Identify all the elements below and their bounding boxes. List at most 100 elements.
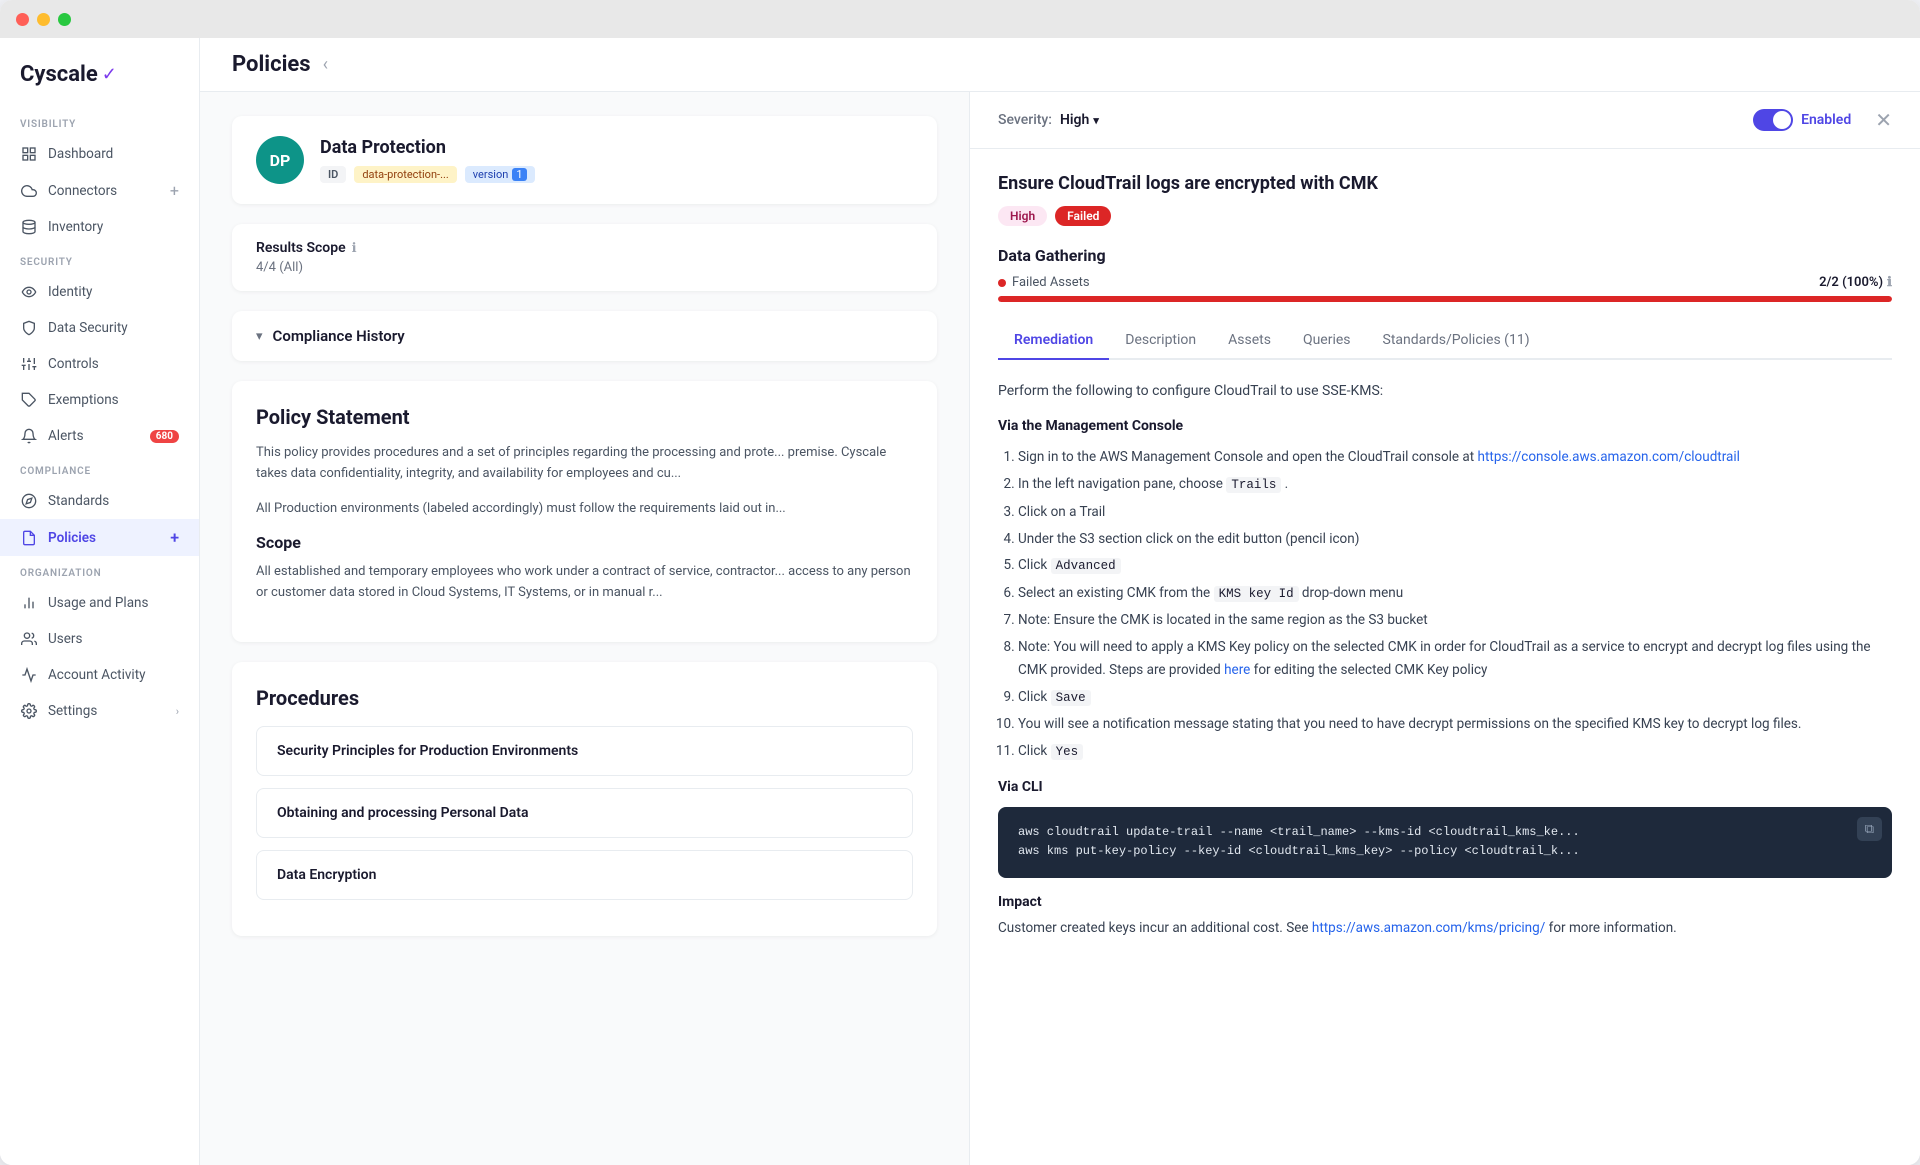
failed-assets-bar: [998, 296, 1892, 302]
sidebar-item-label: Data Security: [48, 320, 128, 336]
right-panel-title: Ensure CloudTrail logs are encrypted wit…: [998, 173, 1892, 194]
sidebar-item-settings[interactable]: Settings ›: [0, 693, 199, 729]
shield-icon: [20, 319, 38, 337]
sidebar-item-account-activity[interactable]: Account Activity: [0, 657, 199, 693]
logo: Cyscale ✓: [0, 54, 199, 107]
sidebar-item-identity[interactable]: Identity: [0, 274, 199, 310]
scope-title: Scope: [256, 533, 913, 552]
sidebar-item-label: Inventory: [48, 219, 103, 235]
sidebar-item-label: Dashboard: [48, 146, 113, 162]
compliance-section-label: COMPLIANCE: [0, 454, 199, 483]
sidebar-item-usage-plans[interactable]: Usage and Plans: [0, 585, 199, 621]
left-panel: DP Data Protection ID data-protection-..…: [200, 92, 970, 1165]
tab-assets[interactable]: Assets: [1212, 322, 1287, 360]
step-11: Click Yes: [1018, 740, 1892, 763]
severity-dropdown[interactable]: High ▾: [1060, 112, 1099, 128]
high-badge: High: [998, 206, 1047, 226]
tab-standards-policies[interactable]: Standards/Policies (11): [1367, 322, 1546, 360]
add-connector-icon[interactable]: +: [170, 181, 179, 200]
severity-control: Severity: High ▾: [998, 112, 1099, 128]
here-link[interactable]: here: [1224, 662, 1250, 678]
sidebar-item-users[interactable]: Users: [0, 621, 199, 657]
policy-statement-title: Policy Statement: [256, 405, 913, 429]
remediation-tabs: Remediation Description Assets Queries: [998, 322, 1892, 360]
activity-icon: [20, 666, 38, 684]
results-scope-header: Results Scope ℹ: [256, 240, 913, 256]
data-protection-card: DP Data Protection ID data-protection-..…: [232, 116, 937, 204]
compliance-chevron-icon: ▾: [256, 329, 263, 344]
sidebar-item-controls[interactable]: Controls: [0, 346, 199, 382]
data-gathering-title: Data Gathering: [998, 246, 1892, 265]
severity-chevron-icon: ▾: [1093, 114, 1099, 127]
step-6: Select an existing CMK from the KMS key …: [1018, 582, 1892, 605]
procedure-item-2[interactable]: Obtaining and processing Personal Data: [256, 788, 913, 838]
via-console-title: Via the Management Console: [998, 418, 1892, 434]
right-panel-header: Severity: High ▾ Enabled ✕: [970, 92, 1920, 149]
code-line-2: aws kms put-key-policy --key-id <cloudtr…: [1018, 842, 1872, 861]
tab-description[interactable]: Description: [1109, 322, 1212, 360]
step-4: Under the S3 section click on the edit b…: [1018, 528, 1892, 551]
toggle-knob: [1773, 111, 1791, 129]
step-9: Click Save: [1018, 686, 1892, 709]
data-gathering-info-icon[interactable]: ℹ: [1887, 275, 1892, 290]
sidebar-item-standards[interactable]: Standards: [0, 483, 199, 519]
procedure-item-title: Data Encryption: [277, 867, 892, 883]
bell-icon: [20, 427, 38, 445]
procedure-item-3[interactable]: Data Encryption: [256, 850, 913, 900]
procedure-item-title: Obtaining and processing Personal Data: [277, 805, 892, 821]
settings-icon: [20, 702, 38, 720]
sidebar-item-dashboard[interactable]: Dashboard: [0, 136, 199, 172]
organization-section-label: ORGANIZATION: [0, 556, 199, 585]
failed-dot: [998, 279, 1006, 287]
sidebar-item-label: Connectors: [48, 183, 117, 199]
failed-assets-value: 2/2 (100%) ℹ: [1819, 275, 1892, 290]
sidebar-item-exemptions[interactable]: Exemptions: [0, 382, 199, 418]
tag-version-label: version: [473, 168, 509, 181]
tab-queries[interactable]: Queries: [1287, 322, 1367, 360]
copy-code-button[interactable]: ⧉: [1857, 817, 1882, 841]
step-1: Sign in to the AWS Management Console an…: [1018, 446, 1892, 469]
sidebar-item-label: Controls: [48, 356, 99, 372]
title-bar: [0, 0, 1920, 38]
sidebar-item-label: Policies: [48, 530, 96, 546]
step-2: In the left navigation pane, choose Trai…: [1018, 473, 1892, 496]
security-section-label: SECURITY: [0, 245, 199, 274]
cloudtrail-link[interactable]: https://console.aws.amazon.com/cloudtrai…: [1478, 449, 1740, 465]
sidebar-item-connectors[interactable]: Connectors +: [0, 172, 199, 209]
minimize-dot[interactable]: [37, 13, 50, 26]
procedure-item-1[interactable]: Security Principles for Production Envir…: [256, 726, 913, 776]
enabled-toggle[interactable]: [1753, 109, 1793, 131]
sidebar-item-data-security[interactable]: Data Security: [0, 310, 199, 346]
results-scope-info-icon[interactable]: ℹ: [352, 241, 357, 256]
sidebar-item-inventory[interactable]: Inventory: [0, 209, 199, 245]
collapse-sidebar-button[interactable]: ‹: [323, 54, 328, 75]
dp-info: Data Protection ID data-protection-... v…: [320, 137, 913, 183]
policy-intro-text: This policy provides procedures and a se…: [256, 443, 913, 485]
kms-pricing-link[interactable]: https://aws.amazon.com/kms/pricing/: [1312, 920, 1545, 936]
file-icon: [20, 529, 38, 547]
close-button[interactable]: ✕: [1875, 108, 1892, 132]
right-panel: Severity: High ▾ Enabled ✕: [970, 92, 1920, 1165]
procedures-title: Procedures: [256, 686, 913, 710]
policy-env-note: All Production environments (labeled acc…: [256, 499, 913, 520]
policy-statement-section: Policy Statement This policy provides pr…: [232, 381, 937, 642]
console-steps-list: Sign in to the AWS Management Console an…: [1018, 446, 1892, 763]
tab-remediation[interactable]: Remediation: [998, 322, 1109, 360]
maximize-dot[interactable]: [58, 13, 71, 26]
settings-chevron-icon: ›: [176, 705, 179, 718]
sidebar-item-policies[interactable]: Policies +: [0, 519, 199, 556]
add-policy-icon[interactable]: +: [170, 528, 179, 547]
compliance-history-title: Compliance History: [273, 327, 405, 345]
logo-check: ✓: [102, 64, 117, 85]
procedure-item-title: Security Principles for Production Envir…: [277, 743, 892, 759]
cloud-icon: [20, 182, 38, 200]
results-scope-card: Results Scope ℹ 4/4 (All): [232, 224, 937, 291]
sidebar-item-alerts[interactable]: Alerts 680: [0, 418, 199, 454]
results-scope-label: Results Scope: [256, 240, 346, 256]
right-panel-content: Ensure CloudTrail logs are encrypted wit…: [970, 149, 1920, 963]
failed-assets-label-text: Failed Assets: [1012, 275, 1090, 290]
tag-icon: [20, 391, 38, 409]
close-dot[interactable]: [16, 13, 29, 26]
scope-text: All established and temporary employees …: [256, 562, 913, 604]
compliance-history-header[interactable]: ▾ Compliance History: [256, 327, 913, 345]
